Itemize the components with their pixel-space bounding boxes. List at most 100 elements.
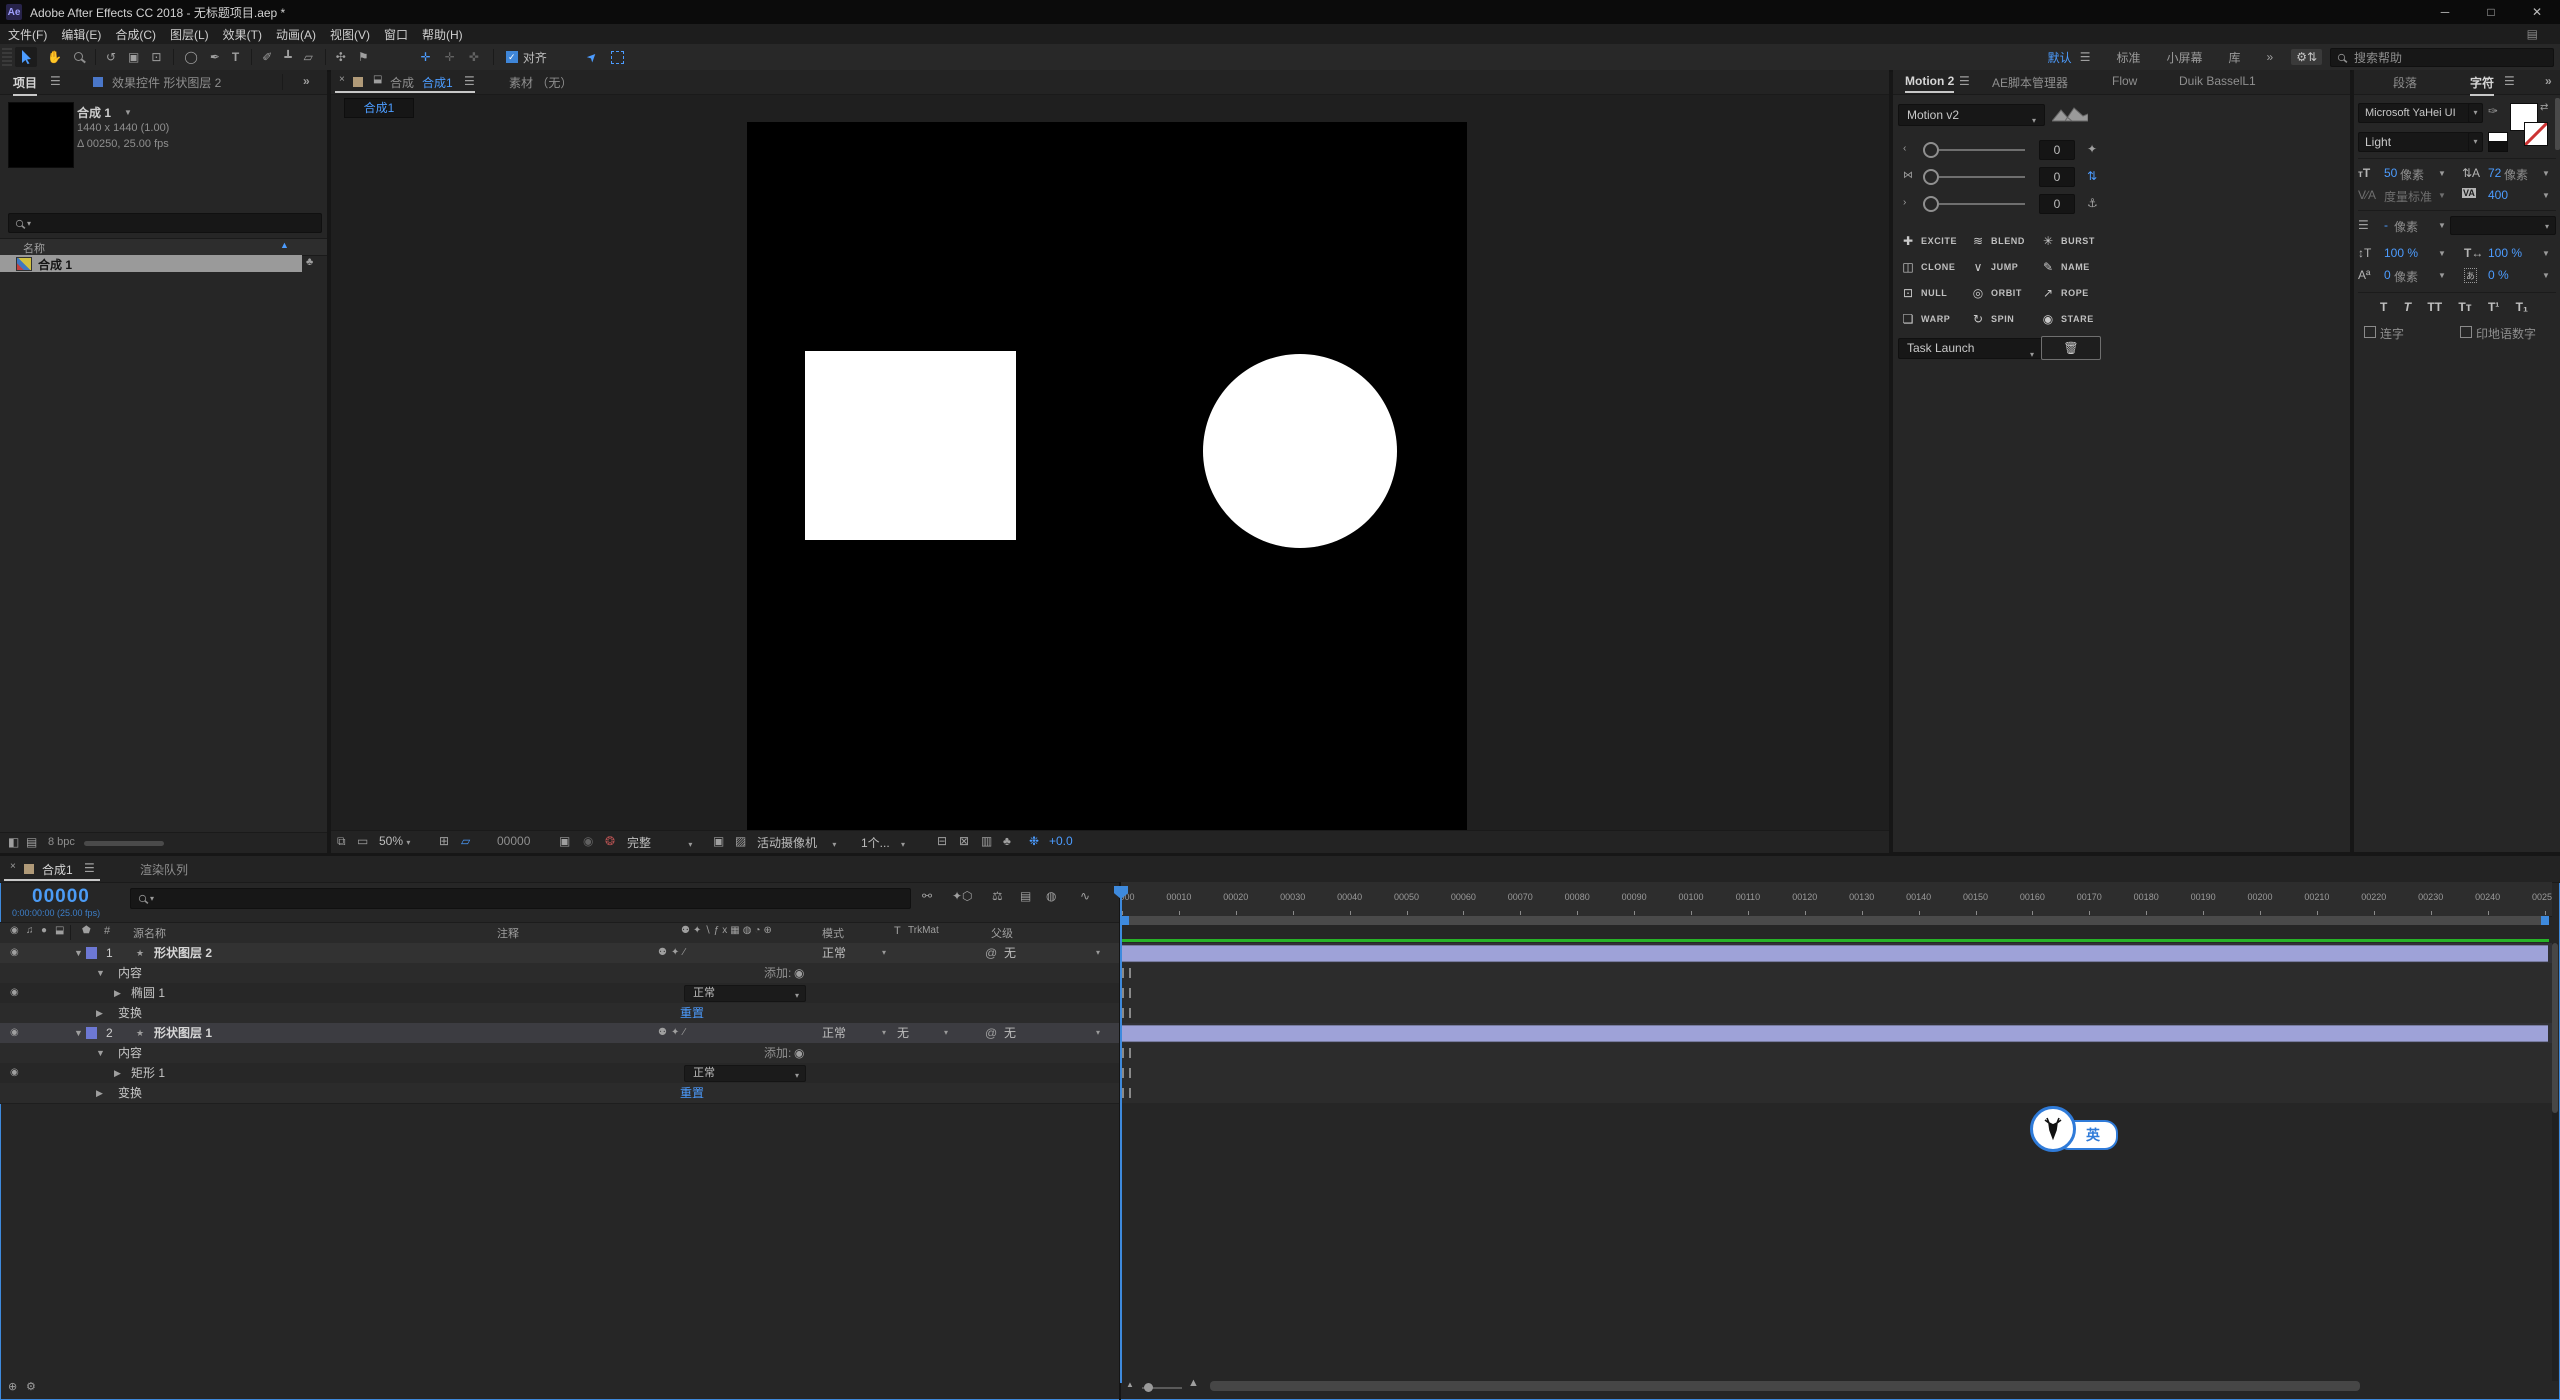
- viewer-lock-icon[interactable]: ⬓: [373, 74, 382, 85]
- viewer-subtab[interactable]: 合成1: [344, 98, 414, 118]
- workspace-tab-3[interactable]: 库: [2228, 49, 2240, 66]
- layer-name[interactable]: 形状图层 1: [154, 1023, 212, 1043]
- vertical-scale-value[interactable]: 100 %: [2384, 246, 2418, 260]
- camera-tool[interactable]: ▣: [128, 50, 139, 64]
- work-area-end-handle[interactable]: [2541, 916, 2549, 925]
- parent-column[interactable]: 父级: [991, 925, 1013, 941]
- viewer-tab-menu-icon[interactable]: ☰: [464, 74, 475, 88]
- footage-tab[interactable]: 素材 （无）: [509, 74, 572, 91]
- kerning-value[interactable]: 度量标准: [2384, 188, 2432, 205]
- axis-local-icon[interactable]: ✛: [421, 50, 431, 64]
- snapshot-icon[interactable]: ▣: [559, 834, 570, 848]
- faux-bold-icon[interactable]: T: [2380, 300, 2387, 314]
- stroke-width-caret[interactable]: ▼: [2438, 221, 2446, 230]
- stroke-style-select[interactable]: ▾: [2450, 216, 2556, 235]
- project-tab-menu-icon[interactable]: ☰: [50, 74, 61, 88]
- ime-badge[interactable]: 英: [2030, 1106, 2120, 1152]
- parent-value[interactable]: 无: [1004, 943, 1016, 963]
- viewer-tab-comp-name[interactable]: 合成1: [422, 74, 453, 91]
- timeline-row-reset-3[interactable]: ▶ 变换 重置: [0, 1003, 1119, 1024]
- roi-icon[interactable]: ▱: [461, 834, 470, 848]
- workspace-menu-icon[interactable]: ☰: [2080, 50, 2091, 64]
- font-style-select[interactable]: Light: [2358, 132, 2474, 152]
- parent-pickwhip-icon[interactable]: @: [985, 943, 997, 963]
- always-preview-icon[interactable]: ⧉: [337, 834, 346, 849]
- baseline-shift-value[interactable]: 0: [2384, 268, 2391, 282]
- expand-arrow-icon[interactable]: ▶: [114, 983, 121, 1003]
- tsume-value[interactable]: 0 %: [2488, 268, 2509, 282]
- all-caps-icon[interactable]: TT: [2427, 300, 2442, 314]
- workspace-overflow-icon[interactable]: »: [2267, 50, 2274, 64]
- slider-knob-1[interactable]: [1923, 169, 1939, 185]
- viewer-tab-close-icon[interactable]: ×: [339, 74, 345, 85]
- frame-blending-icon[interactable]: ▤: [1020, 889, 1031, 903]
- task-launch-select[interactable]: Task Launch ▾: [1898, 338, 2043, 359]
- zoom-slider-knob[interactable]: [1144, 1383, 1153, 1392]
- motion-tab-menu-icon[interactable]: ☰: [1959, 74, 1970, 88]
- timeline-jump-icon[interactable]: ⊠: [959, 834, 969, 848]
- reset-link[interactable]: 重置: [680, 1083, 704, 1103]
- stroke-width-value[interactable]: -: [2384, 218, 2388, 232]
- comp-name[interactable]: 合成 1: [77, 104, 111, 121]
- puppet-tool[interactable]: ✣: [336, 50, 346, 64]
- selection-tool[interactable]: [15, 47, 37, 67]
- snap-checkbox[interactable]: ✓: [505, 51, 518, 63]
- timeline-track-4[interactable]: [1121, 1023, 2552, 1044]
- menu-item-4[interactable]: 效果(T): [223, 26, 262, 43]
- parent-pickwhip-icon[interactable]: @: [985, 1023, 997, 1043]
- pen-tool[interactable]: ✒: [210, 50, 220, 64]
- flowchart-icon[interactable]: ♣: [306, 256, 313, 268]
- work-area-start-handle[interactable]: [1121, 916, 1129, 925]
- hide-shy-layers-icon[interactable]: ⚖: [992, 889, 1003, 903]
- motion-button-blend[interactable]: ≋ BLEND: [1971, 234, 2041, 248]
- motion-preset-select[interactable]: Motion v2 ▾: [1898, 104, 2045, 126]
- primary-viewer-icon[interactable]: ▭: [357, 834, 368, 848]
- menu-item-8[interactable]: 帮助(H): [422, 26, 463, 43]
- mask-region-icon[interactable]: [610, 50, 624, 64]
- tab-ae-script-manager[interactable]: AE脚本管理器: [1992, 74, 2068, 91]
- character-scrollbar[interactable]: [2555, 98, 2560, 150]
- t-column[interactable]: T: [894, 925, 901, 937]
- composition-canvas[interactable]: [747, 122, 1467, 830]
- blend-mode-caret[interactable]: ▾: [882, 943, 886, 963]
- ime-mode-label[interactable]: 英: [2086, 1125, 2100, 1145]
- timeline-h-scrollbar[interactable]: [1210, 1381, 2360, 1391]
- slider-expand-icon-0[interactable]: ‹: [1903, 143, 1906, 154]
- group-name[interactable]: 内容: [118, 963, 142, 983]
- zoom-out-mountain-icon[interactable]: ▲: [1126, 1380, 1134, 1389]
- shape-blend-mode-select[interactable]: 正常 ▾: [684, 985, 806, 1002]
- menu-item-3[interactable]: 图层(L): [170, 26, 209, 43]
- mask-cursor-icon[interactable]: ➤: [583, 48, 600, 65]
- eraser-tool[interactable]: ▱: [304, 50, 313, 64]
- sort-ascending-icon[interactable]: ▲: [280, 240, 289, 250]
- slider-track-1[interactable]: [1939, 176, 2025, 178]
- motion-blur-icon[interactable]: ◍: [1046, 889, 1056, 903]
- viewer-subtab-label[interactable]: 合成1: [364, 101, 395, 115]
- show-snapshot-icon[interactable]: ◉: [583, 834, 593, 848]
- motion-button-spin[interactable]: ↻ SPIN: [1971, 312, 2041, 326]
- project-search-box[interactable]: ▾: [8, 213, 322, 233]
- help-search-box[interactable]: 搜索帮助: [2330, 47, 2554, 67]
- menu-item-6[interactable]: 视图(V): [330, 26, 370, 43]
- camera-select[interactable]: 活动摄像机 ▾: [757, 834, 836, 851]
- timeline-toggle-2-icon[interactable]: ⚙: [26, 1380, 36, 1393]
- close-button[interactable]: ✕: [2514, 5, 2560, 19]
- slider-expand-icon-1[interactable]: ⋈: [1903, 170, 1913, 181]
- delete-task-button[interactable]: 🗑: [2041, 336, 2101, 360]
- mini-flowchart-icon[interactable]: ♣: [1003, 834, 1011, 848]
- workspace-gear-icon[interactable]: ⚙⇅: [2291, 49, 2322, 65]
- ime-logo-circle[interactable]: [2030, 1106, 2076, 1152]
- menu-layout-icon[interactable]: ▤: [2527, 27, 2538, 41]
- blend-mode-caret[interactable]: ▾: [882, 1023, 886, 1043]
- timeline-row-group-5[interactable]: ▼ 内容 添加: ◉: [0, 1043, 1119, 1064]
- kerning-caret[interactable]: ▼: [2438, 191, 2446, 200]
- menu-item-0[interactable]: 文件(F): [8, 26, 47, 43]
- paragraph-tab[interactable]: 段落: [2393, 74, 2417, 91]
- expand-arrow-icon[interactable]: ▼: [96, 1043, 105, 1063]
- expand-arrow-icon[interactable]: ▼: [96, 963, 105, 983]
- eyedropper-icon[interactable]: ✑: [2488, 104, 2498, 118]
- font-family-select[interactable]: Microsoft YaHei UI: [2358, 103, 2474, 123]
- blend-mode-value[interactable]: 正常: [822, 1023, 846, 1043]
- leading-caret[interactable]: ▼: [2542, 169, 2550, 178]
- layer-duration-bar[interactable]: [1121, 945, 2548, 962]
